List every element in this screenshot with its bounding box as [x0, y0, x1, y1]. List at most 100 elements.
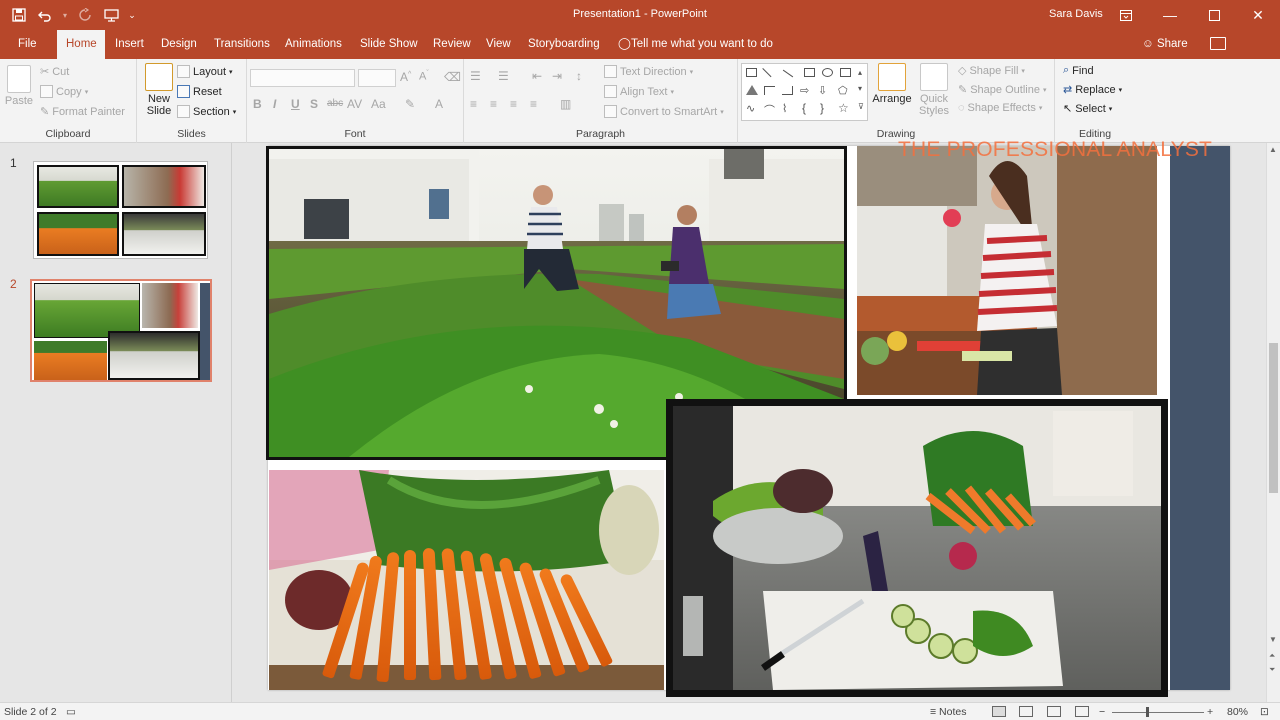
- scroll-thumb[interactable]: [1269, 343, 1278, 493]
- align-center-icon[interactable]: ≡: [490, 97, 497, 111]
- bold-button[interactable]: B: [253, 97, 262, 111]
- copy-button[interactable]: Copy ▾: [40, 85, 88, 98]
- text-direction-button[interactable]: Text Direction ▾: [604, 65, 693, 78]
- align-text-button[interactable]: Align Text ▾: [604, 85, 674, 98]
- section-button[interactable]: Section ▾: [177, 105, 236, 118]
- shrink-font-icon[interactable]: Aˇ: [419, 70, 429, 83]
- bent-arrow-icon[interactable]: [782, 86, 793, 95]
- underline-button[interactable]: U: [291, 97, 300, 111]
- tab-file[interactable]: File: [9, 30, 46, 59]
- curve-shape-icon[interactable]: ∿: [746, 102, 755, 115]
- tab-insert[interactable]: Insert: [106, 30, 153, 59]
- arrow-shape-icon[interactable]: [782, 69, 794, 78]
- user-name[interactable]: Sara Davis: [1049, 8, 1103, 20]
- slide-thumbnail-1[interactable]: [33, 161, 208, 259]
- down-arrow-shape-icon[interactable]: ⇩: [818, 84, 827, 97]
- tab-home[interactable]: Home: [57, 30, 105, 59]
- triangle-shape-icon[interactable]: [746, 85, 758, 95]
- new-slide-button[interactable]: New Slide: [141, 63, 177, 117]
- tab-design[interactable]: Design: [152, 30, 206, 59]
- justify-icon[interactable]: ≡: [530, 97, 537, 111]
- tab-view[interactable]: View: [477, 30, 520, 59]
- tab-transitions[interactable]: Transitions: [205, 30, 279, 59]
- arrange-button[interactable]: Arrange: [871, 63, 913, 105]
- zoom-in-button[interactable]: +: [1207, 706, 1213, 718]
- comments-icon[interactable]: [1210, 37, 1226, 50]
- elbow-connector-icon[interactable]: [764, 86, 775, 95]
- shadow-button[interactable]: S: [310, 97, 318, 111]
- layout-button[interactable]: Layout ▾: [177, 65, 233, 78]
- gallery-scroll-up-icon[interactable]: ▴: [858, 68, 862, 77]
- next-slide-icon[interactable]: ⏷: [1269, 665, 1275, 675]
- zoom-slider-handle[interactable]: [1146, 707, 1149, 717]
- freeform-shape-icon[interactable]: ⬠: [838, 84, 848, 97]
- normal-view-button[interactable]: [992, 706, 1006, 717]
- zoom-slider[interactable]: [1112, 712, 1204, 713]
- highlight-icon[interactable]: ✎: [405, 97, 415, 111]
- reading-view-button[interactable]: [1047, 706, 1061, 717]
- maximize-icon[interactable]: [1192, 0, 1236, 30]
- photo-cutting-board[interactable]: [666, 399, 1168, 697]
- decrease-indent-icon[interactable]: ⇤: [532, 69, 542, 83]
- increase-indent-icon[interactable]: ⇥: [552, 69, 562, 83]
- slide-thumbnail-2[interactable]: [30, 279, 212, 382]
- scroll-up-icon[interactable]: ▲: [1269, 145, 1277, 154]
- find-button[interactable]: ⌕ Find: [1063, 64, 1094, 77]
- tab-storyboarding[interactable]: Storyboarding: [519, 30, 609, 59]
- quick-styles-button[interactable]: Quick Styles: [916, 63, 952, 117]
- scroll-down-icon[interactable]: ▼: [1269, 635, 1277, 644]
- strikethrough-icon[interactable]: abc: [327, 98, 343, 109]
- minimize-icon[interactable]: —: [1148, 0, 1192, 30]
- star-shape-icon[interactable]: ☆: [838, 101, 849, 115]
- reset-button[interactable]: Reset: [177, 85, 222, 98]
- notes-button[interactable]: ≡ Notes: [930, 706, 966, 718]
- tab-slide-show[interactable]: Slide Show: [351, 30, 427, 59]
- oval-shape-icon[interactable]: [822, 68, 833, 77]
- share-button[interactable]: ☺ Share: [1142, 30, 1188, 59]
- textbox-shape-icon[interactable]: [746, 68, 757, 77]
- close-icon[interactable]: ✕: [1236, 0, 1280, 30]
- fit-to-window-icon[interactable]: ⊡: [1260, 706, 1269, 718]
- arc-shape-icon[interactable]: ⌒: [764, 102, 775, 118]
- convert-smartart-button[interactable]: Convert to SmartArt ▾: [604, 105, 724, 118]
- shape-outline-button[interactable]: ✎ Shape Outline ▾: [958, 83, 1046, 97]
- bullets-icon[interactable]: ☰: [470, 69, 481, 83]
- columns-icon[interactable]: ▥: [560, 97, 571, 111]
- char-spacing-icon[interactable]: AV: [347, 97, 362, 111]
- italic-button[interactable]: I: [273, 97, 276, 111]
- shapes-gallery[interactable]: ⇨ ⇩ ⬠ ∿ ⌒ ⌇ { } ☆ ▴ ▾ ⊽: [741, 63, 868, 121]
- shape-effects-button[interactable]: ◌ Shape Effects ▾: [958, 102, 1042, 114]
- tell-me-search[interactable]: ◯ Tell me what you want to do: [618, 30, 773, 59]
- right-arrow-shape-icon[interactable]: ⇨: [800, 84, 809, 97]
- tab-animations[interactable]: Animations: [276, 30, 351, 59]
- slide-sorter-view-button[interactable]: [1019, 706, 1033, 717]
- line-shape-icon[interactable]: [755, 68, 772, 84]
- wave-shape-icon[interactable]: ⌇: [782, 102, 787, 115]
- brace-right-shape-icon[interactable]: }: [820, 101, 824, 115]
- align-right-icon[interactable]: ≡: [510, 97, 517, 111]
- select-button[interactable]: ↖ Select ▾: [1063, 102, 1112, 116]
- line-spacing-icon[interactable]: ↕: [576, 69, 582, 83]
- replace-button[interactable]: ⇄ Replace ▾: [1063, 83, 1122, 97]
- paste-button[interactable]: Paste: [4, 65, 34, 107]
- format-painter-button[interactable]: ✎ Format Painter: [40, 105, 125, 119]
- brace-left-shape-icon[interactable]: {: [802, 101, 806, 115]
- grow-font-icon[interactable]: A^: [400, 70, 411, 84]
- ribbon-display-options-icon[interactable]: [1104, 0, 1148, 30]
- square-shape-icon[interactable]: [840, 68, 851, 77]
- clear-formatting-icon[interactable]: ⌫: [444, 70, 461, 84]
- spelling-check-icon[interactable]: ▭: [66, 706, 76, 718]
- change-case-icon[interactable]: Aa: [371, 97, 386, 111]
- font-name-box[interactable]: [250, 69, 355, 87]
- rectangle-shape-icon[interactable]: [804, 68, 815, 77]
- previous-slide-icon[interactable]: ⏶: [1269, 651, 1275, 661]
- cut-button[interactable]: ✂ Cut: [40, 65, 69, 79]
- align-left-icon[interactable]: ≡: [470, 97, 477, 111]
- shape-fill-button[interactable]: ◇ Shape Fill ▾: [958, 64, 1025, 78]
- gallery-scroll-down-icon[interactable]: ▾: [858, 84, 862, 93]
- tab-review[interactable]: Review: [424, 30, 480, 59]
- vertical-scrollbar[interactable]: ▲ ▼ ⏶ ⏷: [1266, 143, 1280, 702]
- zoom-out-button[interactable]: −: [1099, 706, 1105, 718]
- photo-kitchen-cooking[interactable]: [857, 146, 1157, 395]
- zoom-level[interactable]: 80%: [1227, 706, 1248, 718]
